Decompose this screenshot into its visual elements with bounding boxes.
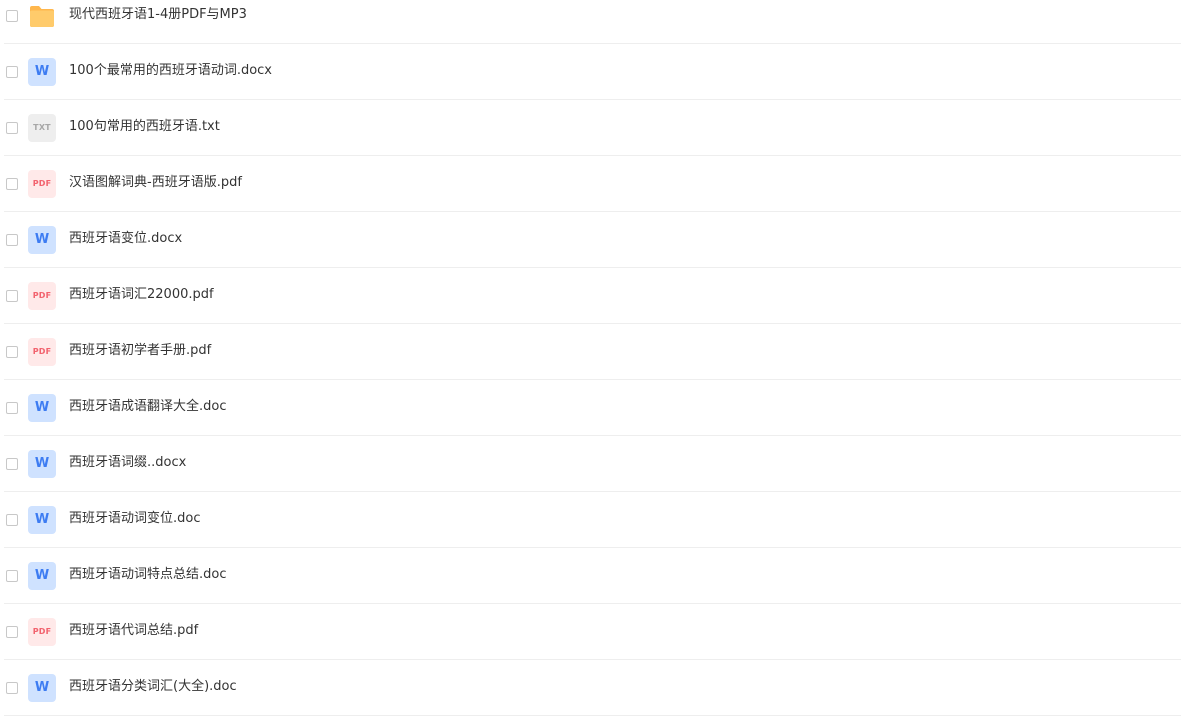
file-type-label: PDF [32,291,52,300]
file-name[interactable]: 西班牙语成语翻译大全.doc [69,397,227,417]
file-type-label: W [34,64,50,79]
word-file-icon: W [28,58,56,86]
file-name[interactable]: 西班牙语代词总结.pdf [69,621,198,641]
file-row[interactable]: W 100个最常用的西班牙语动词.docx [4,44,1181,100]
word-file-icon: W [28,450,56,478]
row-checkbox[interactable] [6,346,18,358]
file-row[interactable]: PDF 西班牙语初学者手册.pdf [4,324,1181,380]
file-name[interactable]: 西班牙语初学者手册.pdf [69,341,211,361]
row-checkbox[interactable] [6,66,18,78]
file-list: 现代西班牙语1-4册PDF与MP3 W 100个最常用的西班牙语动词.docx TXT… [0,0,1181,716]
row-checkbox[interactable] [6,682,18,694]
word-file-icon: W [28,226,56,254]
file-row[interactable]: PDF 西班牙语词汇22000.pdf [4,268,1181,324]
file-name[interactable]: 西班牙语词汇22000.pdf [69,285,214,305]
row-checkbox[interactable] [6,458,18,470]
row-checkbox[interactable] [6,626,18,638]
word-file-icon: W [28,394,56,422]
row-checkbox[interactable] [6,10,18,22]
file-name[interactable]: 汉语图解词典-西班牙语版.pdf [69,173,242,193]
file-name[interactable]: 西班牙语变位.docx [69,229,182,249]
file-name[interactable]: 西班牙语分类词汇(大全).doc [69,677,237,697]
file-row[interactable]: 现代西班牙语1-4册PDF与MP3 [4,0,1181,44]
word-file-icon: W [28,562,56,590]
file-row[interactable]: W 西班牙语变位.docx [4,212,1181,268]
file-row[interactable]: W 西班牙语词缀..docx [4,436,1181,492]
file-type-label: W [34,400,50,415]
row-checkbox[interactable] [6,514,18,526]
row-checkbox[interactable] [6,290,18,302]
file-name[interactable]: 西班牙语词缀..docx [69,453,186,473]
pdf-file-icon: PDF [28,282,56,310]
file-row[interactable]: W 西班牙语动词变位.doc [4,492,1181,548]
file-type-label: PDF [32,347,52,356]
row-checkbox[interactable] [6,122,18,134]
pdf-file-icon: PDF [28,618,56,646]
file-name[interactable]: 西班牙语动词变位.doc [69,509,201,529]
pdf-file-icon: PDF [28,170,56,198]
file-row[interactable]: W 西班牙语成语翻译大全.doc [4,380,1181,436]
file-type-label: PDF [32,627,52,636]
file-row[interactable]: PDF 西班牙语代词总结.pdf [4,604,1181,660]
row-checkbox[interactable] [6,178,18,190]
pdf-file-icon: PDF [28,338,56,366]
file-type-label: W [34,568,50,583]
file-row[interactable]: W 西班牙语动词特点总结.doc [4,548,1181,604]
row-checkbox[interactable] [6,234,18,246]
file-type-label: W [34,456,50,471]
file-type-label: PDF [32,179,52,188]
file-type-label: TXT [33,123,51,132]
file-type-label: W [34,512,50,527]
file-name[interactable]: 西班牙语动词特点总结.doc [69,565,227,585]
file-name[interactable]: 现代西班牙语1-4册PDF与MP3 [69,5,247,25]
txt-file-icon: TXT [28,114,56,142]
word-file-icon: W [28,674,56,702]
file-row[interactable]: PDF 汉语图解词典-西班牙语版.pdf [4,156,1181,212]
file-row[interactable]: W 西班牙语分类词汇(大全).doc [4,660,1181,716]
file-type-label: W [34,680,50,695]
file-name[interactable]: 100句常用的西班牙语.txt [69,117,220,137]
folder-icon [28,2,56,30]
file-name[interactable]: 100个最常用的西班牙语动词.docx [69,61,272,81]
file-row[interactable]: TXT 100句常用的西班牙语.txt [4,100,1181,156]
word-file-icon: W [28,506,56,534]
row-checkbox[interactable] [6,402,18,414]
file-type-label: W [34,232,50,247]
row-checkbox[interactable] [6,570,18,582]
